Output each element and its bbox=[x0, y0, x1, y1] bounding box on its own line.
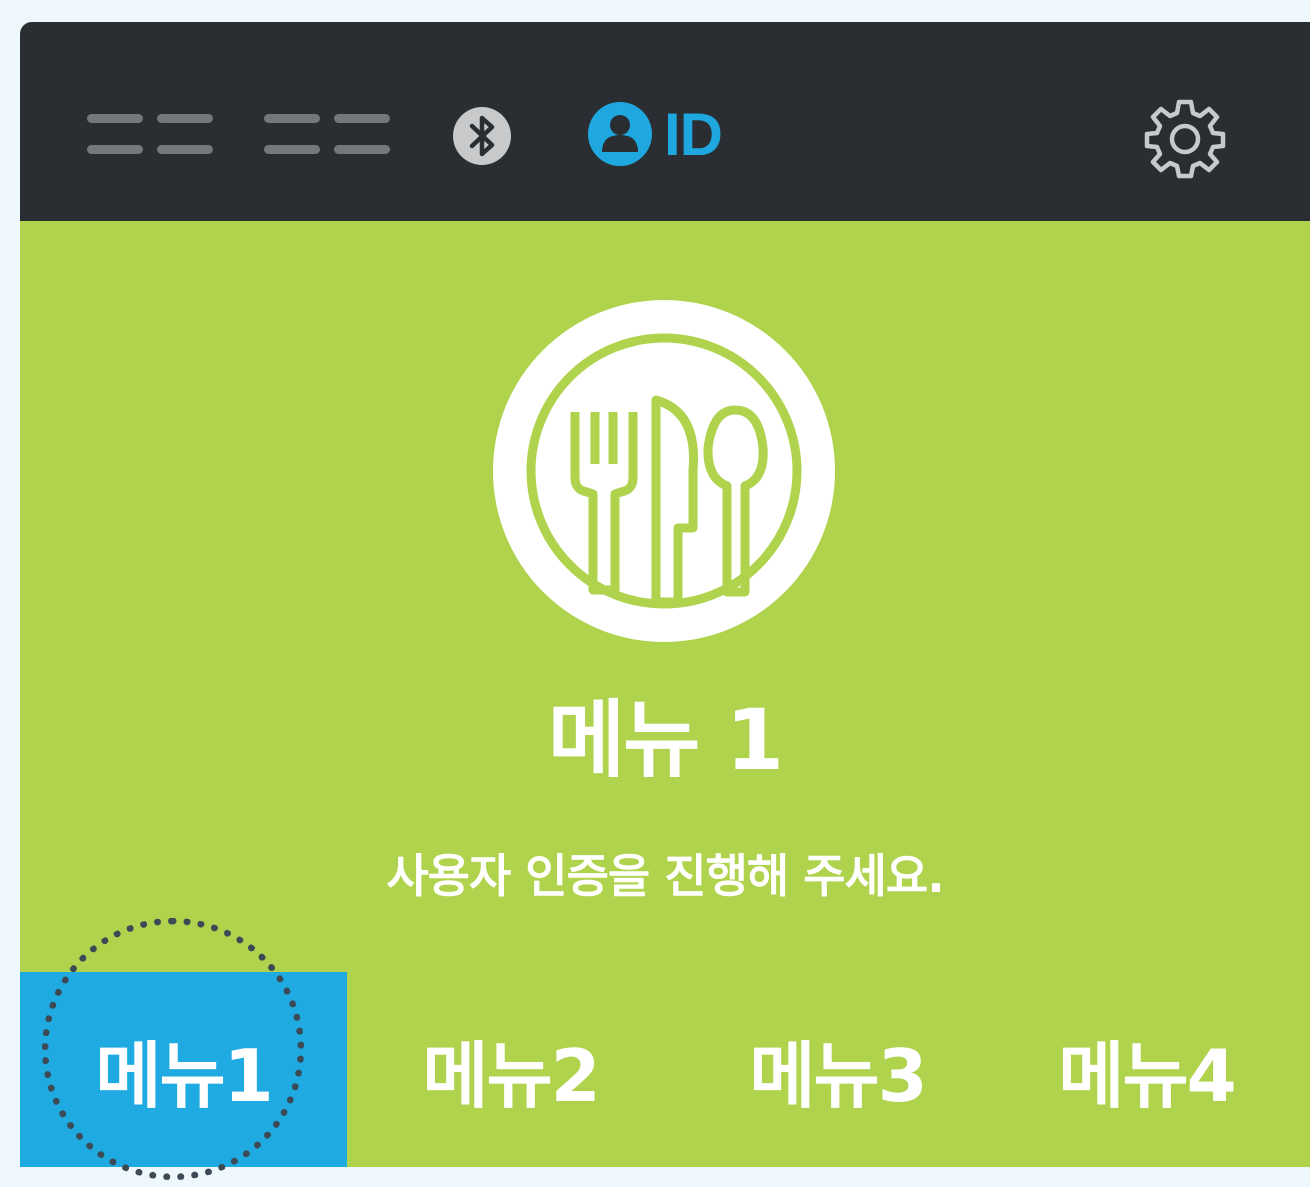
id-label: ID bbox=[664, 100, 723, 168]
tab-label: 메뉴4 bbox=[1058, 1034, 1237, 1118]
user-id-indicator[interactable]: ID bbox=[588, 96, 723, 172]
auth-instruction: 사용자 인증을 진행해 주세요. bbox=[386, 849, 944, 903]
tab-label: 메뉴2 bbox=[422, 1034, 601, 1118]
tab-menu-2[interactable]: 메뉴2 bbox=[347, 972, 674, 1167]
signal-indicator-2 bbox=[264, 114, 390, 154]
signal-indicator-1 bbox=[87, 114, 213, 154]
device-screen: ID 메뉴 1 사용자 인증을 진행해 주세요. 메뉴1 메뉴2 메뉴3 메뉴4 bbox=[20, 22, 1310, 1167]
tab-menu-1[interactable]: 메뉴1 bbox=[20, 972, 347, 1167]
gear-icon[interactable] bbox=[1143, 96, 1227, 180]
menu-tab-bar: 메뉴1 메뉴2 메뉴3 메뉴4 bbox=[20, 972, 1310, 1167]
status-bar: ID bbox=[20, 22, 1310, 221]
tab-label: 메뉴1 bbox=[95, 1034, 274, 1118]
bluetooth-icon[interactable] bbox=[452, 106, 512, 166]
tab-menu-4[interactable]: 메뉴4 bbox=[983, 972, 1310, 1167]
user-icon bbox=[588, 102, 652, 166]
menu-title: 메뉴 1 bbox=[547, 691, 784, 789]
tab-label: 메뉴3 bbox=[749, 1034, 928, 1118]
tab-menu-3[interactable]: 메뉴3 bbox=[674, 972, 1001, 1167]
utensils-icon bbox=[493, 300, 835, 642]
